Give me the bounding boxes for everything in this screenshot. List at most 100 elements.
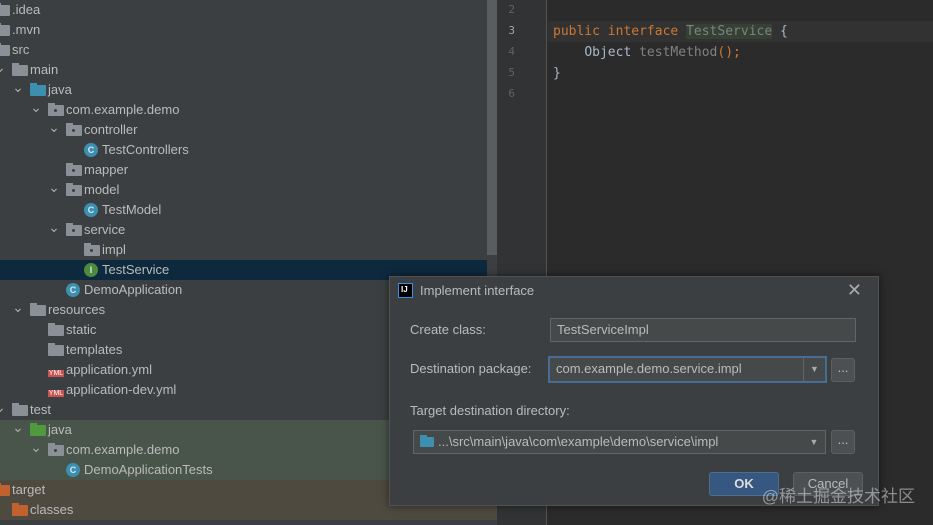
tree-item[interactable]: ⌄ java — [0, 80, 487, 100]
target-directory-value: ...\src\main\java\com\example\demo\servi… — [438, 434, 719, 449]
spring-class-icon: C — [66, 283, 80, 297]
close-icon[interactable]: ✕ — [847, 280, 862, 301]
tree-item-label: .idea — [12, 2, 41, 17]
chevron-down-icon[interactable]: ▼ — [803, 358, 825, 381]
class-icon: C — [84, 203, 98, 217]
class-icon: C — [84, 143, 98, 157]
punctuation: (); — [717, 45, 741, 60]
tree-item-label: classes — [30, 502, 74, 517]
tree-scrollbar[interactable] — [487, 0, 497, 255]
folder-icon — [48, 343, 64, 356]
chevron-down-icon[interactable]: ⌄ — [0, 60, 6, 74]
keyword: interface — [607, 24, 679, 39]
interface-name: TestService — [686, 24, 773, 39]
package-icon — [66, 223, 82, 236]
tree-item[interactable]: C TestModel — [0, 200, 487, 220]
destination-package-label: Destination package: — [410, 361, 532, 376]
tree-item[interactable]: mapper — [0, 160, 487, 180]
tree-item-label: application-dev.yml — [66, 382, 177, 397]
test-class-icon: C — [66, 463, 80, 477]
tree-item[interactable]: impl — [0, 240, 487, 260]
tree-item-label: main — [30, 62, 59, 77]
line-number: 2 — [508, 3, 515, 16]
tree-item[interactable]: C TestControllers — [0, 140, 487, 160]
tree-item[interactable]: ⌄ main — [0, 60, 487, 80]
source-folder-icon — [30, 83, 46, 96]
browse-directory-button[interactable]: ... — [831, 430, 855, 454]
folder-icon — [12, 63, 28, 76]
implement-interface-dialog: IJ Implement interface ✕ Create class: T… — [389, 276, 879, 506]
tree-item-label: application.yml — [66, 362, 152, 377]
excluded-folder-icon — [12, 503, 28, 516]
yml-file-icon: YML — [48, 390, 64, 397]
chevron-down-icon[interactable]: ⌄ — [48, 220, 60, 234]
tree-item[interactable]: .idea — [0, 0, 487, 20]
watermark: @稀土掘金技术社区 — [761, 487, 915, 506]
tree-item-label: java — [48, 82, 72, 97]
tree-item-label: TestService — [102, 262, 170, 277]
tree-item-label: DemoApplication — [84, 282, 183, 297]
tree-item[interactable]: ⌄ controller — [0, 120, 487, 140]
chevron-down-icon[interactable]: ⌄ — [12, 80, 24, 94]
browse-package-button[interactable]: ... — [831, 358, 855, 382]
test-folder-icon — [30, 423, 46, 436]
chevron-down-icon[interactable]: ⌄ — [30, 100, 42, 114]
tree-item-label: com.example.demo — [66, 102, 180, 117]
destination-package-combo[interactable]: com.example.demo.service.impl ▼ — [548, 356, 827, 383]
tree-item[interactable]: ⌄ com.example.demo — [0, 100, 487, 120]
brace: } — [553, 66, 561, 81]
chevron-down-icon[interactable]: ⌄ — [48, 180, 60, 194]
tree-item-label: test — [30, 402, 51, 417]
code-line-4[interactable]: Object testMethod(); — [548, 42, 933, 63]
excluded-folder-icon — [0, 483, 10, 496]
tree-item[interactable]: .mvn — [0, 20, 487, 40]
line-number: 6 — [508, 87, 515, 100]
tree-item-label: impl — [102, 242, 126, 257]
tree-item-label: com.example.demo — [66, 442, 180, 457]
chevron-down-icon[interactable]: ⌄ — [12, 300, 24, 314]
create-class-input[interactable]: TestServiceImpl — [550, 318, 856, 342]
destination-package-value: com.example.demo.service.impl — [556, 361, 742, 376]
chevron-down-icon[interactable]: ▼ — [803, 431, 825, 453]
tree-item-label: target — [12, 482, 46, 497]
tree-item-label: java — [48, 422, 72, 437]
create-class-label: Create class: — [410, 322, 486, 337]
intellij-logo-icon: IJ — [398, 283, 413, 298]
tree-item-label: resources — [48, 302, 106, 317]
brace: { — [780, 24, 788, 39]
chevron-down-icon[interactable]: ⌄ — [12, 420, 24, 434]
folder-icon — [48, 323, 64, 336]
chevron-down-icon[interactable]: ⌄ — [48, 120, 60, 134]
package-icon — [66, 123, 82, 136]
dialog-title: Implement interface — [420, 283, 535, 298]
line-number: 5 — [508, 66, 515, 79]
tree-item[interactable]: ⌄ model — [0, 180, 487, 200]
line-number: 4 — [508, 45, 515, 58]
tree-item[interactable]: ⌄ service — [0, 220, 487, 240]
folder-icon — [0, 3, 10, 16]
folder-icon — [0, 23, 10, 36]
target-directory-combo[interactable]: ...\src\main\java\com\example\demo\servi… — [413, 430, 826, 454]
tree-item-label: static — [66, 322, 97, 337]
package-icon — [48, 443, 64, 456]
type-name: Object — [584, 45, 632, 60]
code-line-3[interactable]: public interface TestService { — [548, 21, 933, 42]
tree-item-label: TestModel — [102, 202, 162, 217]
yml-file-icon: YML — [48, 370, 64, 377]
chevron-down-icon[interactable]: ⌄ — [0, 400, 6, 414]
package-icon — [84, 243, 100, 256]
tree-item-label: model — [84, 182, 120, 197]
target-directory-label: Target destination directory: — [410, 403, 570, 418]
tree-item-label: mapper — [84, 162, 129, 177]
tree-item[interactable]: src — [0, 40, 487, 60]
package-icon — [66, 163, 82, 176]
code-line-5[interactable]: } — [548, 63, 933, 84]
tree-item-label: src — [12, 42, 30, 57]
folder-icon — [0, 43, 10, 56]
keyword: public — [553, 24, 600, 39]
line-number: 3 — [508, 24, 515, 37]
interface-icon: I — [84, 263, 98, 277]
folder-icon — [12, 403, 28, 416]
tree-item-label: templates — [66, 342, 123, 357]
chevron-down-icon[interactable]: ⌄ — [30, 440, 42, 454]
